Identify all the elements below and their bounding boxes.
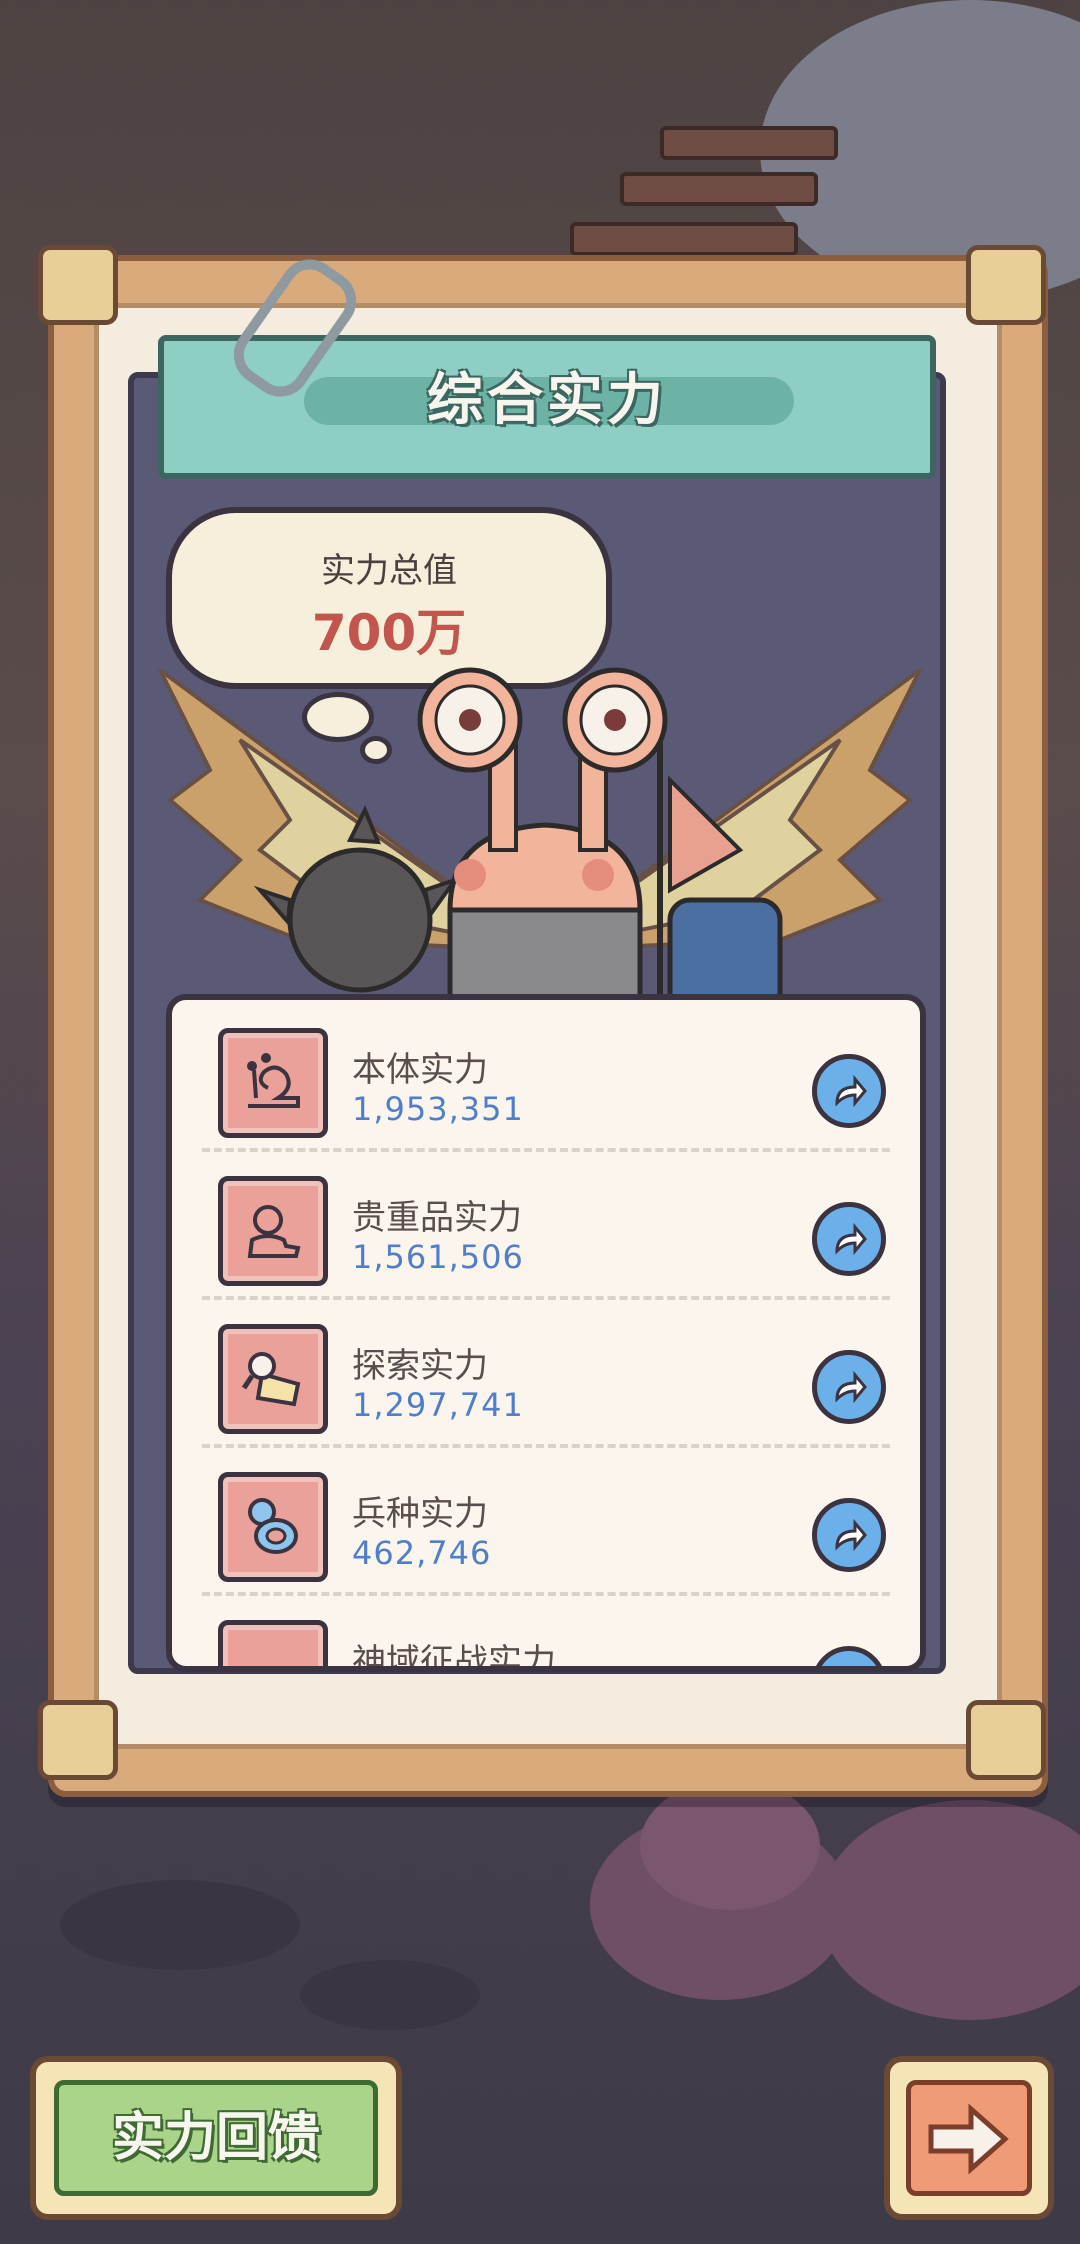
item-label: 贵重品实力: [352, 1198, 522, 1238]
snail-hero-illustration: [158, 667, 922, 1020]
item-value: 1,561,506: [352, 1238, 524, 1276]
share-arrow-icon: [835, 1370, 867, 1404]
go-button[interactable]: [812, 1498, 886, 1572]
next-button[interactable]: [884, 2056, 1054, 2220]
board-corner-tr: [966, 245, 1046, 325]
item-label: 神域征战实力: [352, 1642, 556, 1672]
share-arrow-icon: [835, 1074, 867, 1108]
snail-body-icon: [447, 738, 643, 1020]
bust-statue-icon: [218, 1176, 328, 1286]
list-item: 本体实力 1,953,351: [172, 1004, 920, 1152]
list-item: 探索实力 1,297,741: [172, 1300, 920, 1448]
share-arrow-icon: [835, 1222, 867, 1256]
item-value: 1,297,741: [352, 1386, 524, 1424]
total-power-label: 实力总值: [321, 551, 457, 591]
go-button[interactable]: [812, 1350, 886, 1424]
next-button-face: [906, 2080, 1032, 2196]
share-arrow-icon: [835, 1518, 867, 1552]
list-item: 兵种实力 462,746: [172, 1448, 920, 1596]
arrow-right-icon: [928, 2103, 1009, 2175]
item-value: 1,953,351: [352, 1090, 524, 1128]
board-corner-bl: [38, 1700, 118, 1780]
item-label: 兵种实力: [352, 1494, 488, 1534]
shield-icon: [218, 1620, 328, 1666]
magnifier-map-icon: [218, 1324, 328, 1434]
board-corner-br: [966, 1700, 1046, 1780]
list-item: 贵重品实力 1,561,506: [172, 1152, 920, 1300]
snail-eyes-icon: [417, 667, 668, 773]
board-corner-tl: [38, 245, 118, 325]
item-value: 462,746: [352, 1534, 492, 1572]
gem-ring-icon: [218, 1472, 328, 1582]
power-feedback-label: 实力回馈: [54, 2080, 378, 2196]
list-item: 神域征战实力: [172, 1596, 920, 1672]
go-button[interactable]: [812, 1202, 886, 1276]
go-button[interactable]: [812, 1054, 886, 1128]
snail-icon: [218, 1028, 328, 1138]
go-button[interactable]: [812, 1646, 886, 1666]
item-label: 探索实力: [352, 1346, 488, 1386]
power-breakdown-list[interactable]: 本体实力 1,953,351 贵重品实力 1,561,506 探索实力 1,29…: [166, 994, 926, 1672]
item-label: 本体实力: [352, 1050, 488, 1090]
power-feedback-button[interactable]: 实力回馈: [30, 2056, 402, 2220]
